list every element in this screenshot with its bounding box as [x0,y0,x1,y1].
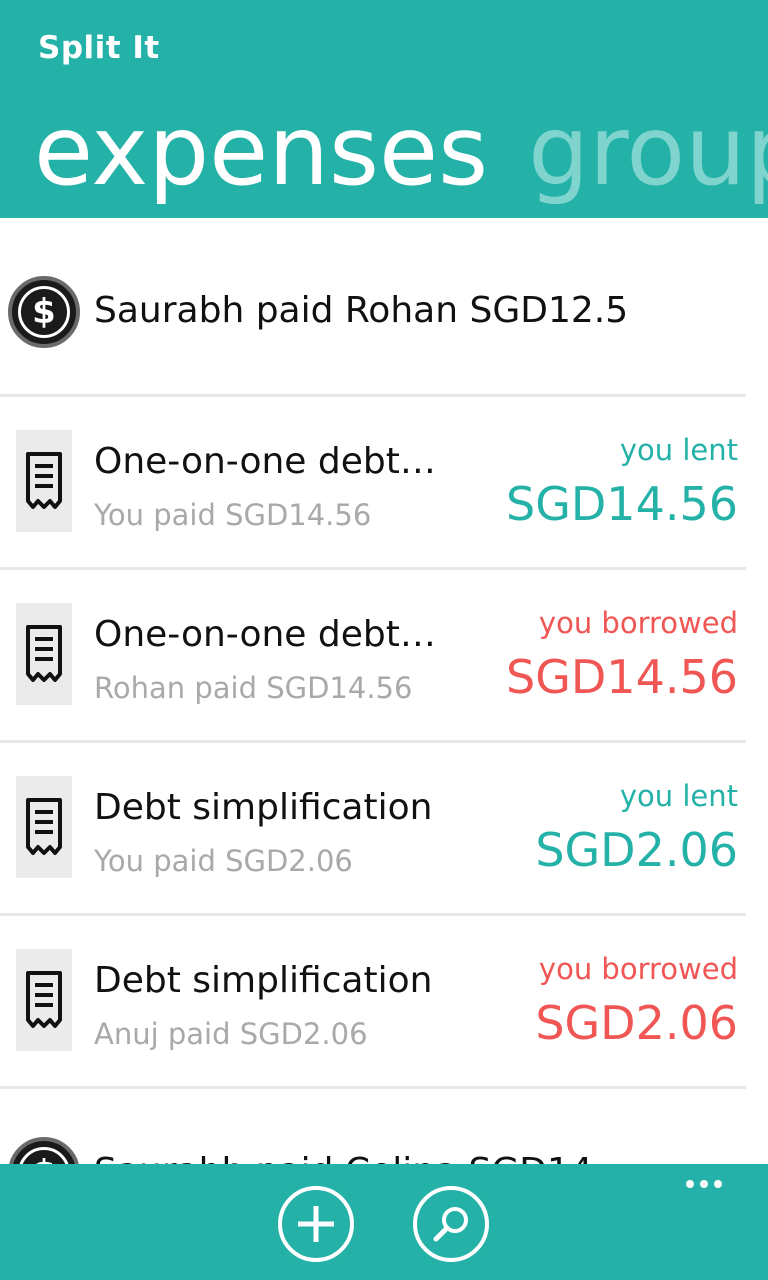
app-title: Split It [38,30,160,66]
status-label: you lent [619,433,738,467]
item-title: Saurabh paid Celina SGD14 [94,1151,593,1164]
ellipsis-icon[interactable] [686,1180,722,1188]
item-title: Saurabh paid Rohan SGD12.5 [94,290,629,331]
item-title: Debt simplification [94,787,433,828]
amount-value: SGD14.56 [506,650,738,704]
item-subtitle: Anuj paid SGD2.06 [94,1017,368,1051]
add-icon [298,1206,334,1242]
search-button[interactable] [413,1186,489,1262]
amount-value: SGD14.56 [506,477,738,531]
app-bar [0,1164,768,1280]
item-subtitle: You paid SGD2.06 [94,844,353,878]
item-title: Debt simplification [94,960,433,1001]
item-subtitle: You paid SGD14.56 [94,498,372,532]
list-item[interactable]: $ Saurabh paid Rohan SGD12.5 [0,218,746,397]
status-label: you borrowed [538,606,738,640]
item-title: One-on-one debt… [94,441,436,482]
expense-list: $ Saurabh paid Rohan SGD12.5 One-on-one … [0,218,768,1164]
status-label: you borrowed [538,952,738,986]
item-title: One-on-one debt… [94,614,436,655]
pivot-tab-expenses[interactable]: expenses [34,96,488,206]
receipt-icon [16,430,72,532]
header: Split It expenses groups [0,0,768,218]
pivot-header: expenses groups [34,96,768,206]
list-item[interactable]: Debt simplification Anuj paid SGD2.06 yo… [0,916,746,1089]
list-item[interactable]: $ Saurabh paid Celina SGD14 [0,1089,746,1164]
search-icon [433,1207,468,1242]
item-subtitle: Rohan paid SGD14.56 [94,671,413,705]
pivot-tab-groups[interactable]: groups [528,96,768,206]
receipt-icon [16,776,72,878]
amount-value: SGD2.06 [535,996,738,1050]
amount-value: SGD2.06 [535,823,738,877]
list-item[interactable]: Debt simplification You paid SGD2.06 you… [0,743,746,916]
list-item[interactable]: One-on-one debt… You paid SGD14.56 you l… [0,397,746,570]
receipt-icon [16,949,72,1051]
receipt-icon [16,603,72,705]
list-item[interactable]: One-on-one debt… Rohan paid SGD14.56 you… [0,570,746,743]
dollar-coin-icon: $ [8,276,80,348]
add-button[interactable] [278,1186,354,1262]
status-label: you lent [619,779,738,813]
dollar-coin-icon: $ [8,1137,80,1164]
